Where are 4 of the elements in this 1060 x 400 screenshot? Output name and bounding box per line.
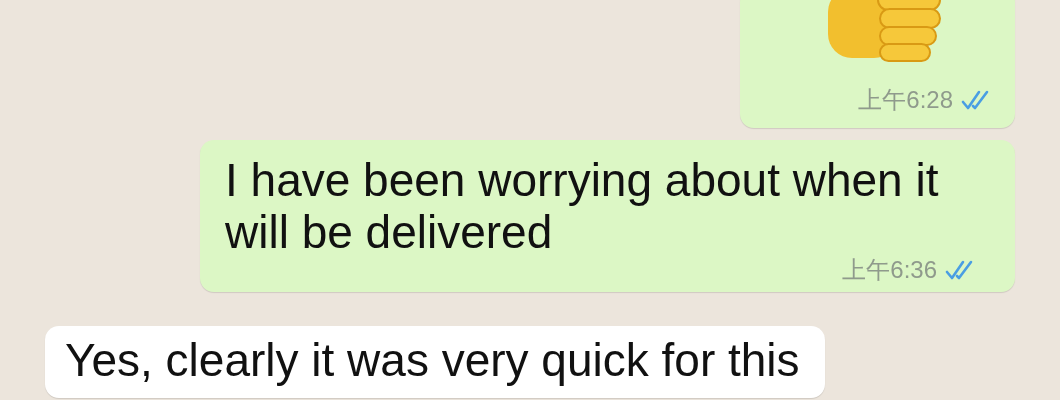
message-text: I have been worrying about when it will be delivered: [225, 154, 940, 258]
message-time: 上午6:36: [842, 255, 937, 285]
message-text: Yes, clearly it was very quick for this: [65, 334, 800, 386]
message-time: 上午6:28: [858, 85, 953, 115]
